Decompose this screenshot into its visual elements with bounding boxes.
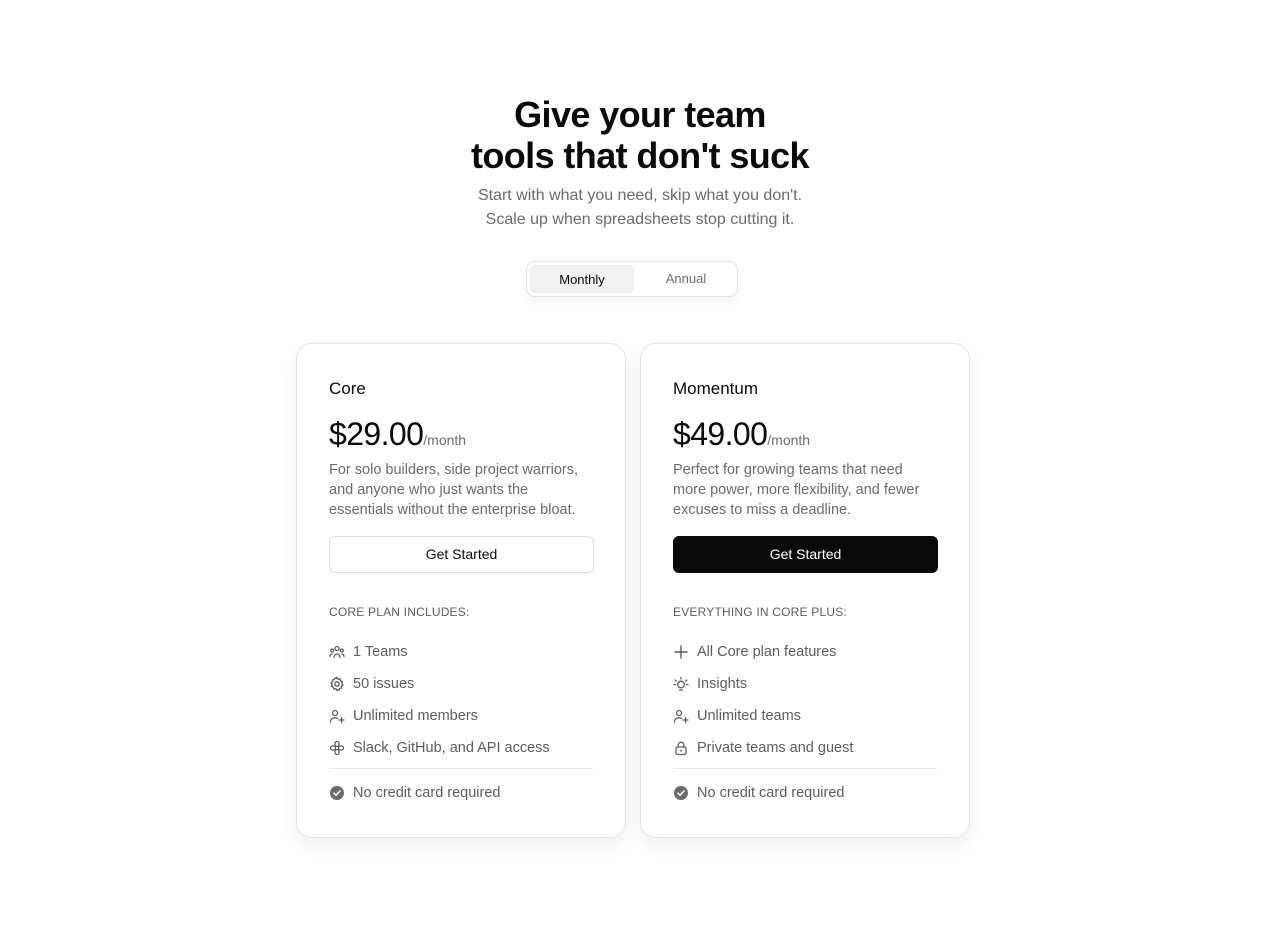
plus-icon (673, 644, 689, 660)
feature-label: Slack, GitHub, and API access (353, 740, 550, 756)
user-plus-icon (673, 708, 689, 724)
plan-description: Perfect for growing teams that need more… (673, 462, 920, 518)
feature-label: Unlimited members (353, 708, 478, 724)
plan-card-momentum: Momentum $49.00 /month Perfect for growi… (640, 343, 970, 838)
plan-price: $29.00 (329, 416, 424, 452)
toggle-option-annual[interactable]: Annual (634, 265, 738, 293)
plan-price: $49.00 (673, 416, 768, 452)
page-subtitle-line-1: Start with what you need, skip what you … (477, 187, 803, 204)
plan-name: Momentum (673, 379, 759, 398)
list-item: 1 Teams (329, 636, 595, 668)
feature-list: All Core plan features Insights Unlimite… (673, 636, 939, 764)
note-label: No credit card required (353, 785, 501, 801)
toggle-option-monthly[interactable]: Monthly (530, 265, 634, 293)
user-plus-icon (329, 708, 345, 724)
list-item: Unlimited members (329, 700, 595, 732)
page-title-line-2: tools that don't suck (471, 135, 810, 176)
list-item: All Core plan features (673, 636, 939, 668)
page-subtitle: Start with what you need, skip what you … (0, 184, 1280, 232)
includes-heading: CORE PLAN INCLUDES: (329, 605, 470, 619)
page-title-line-1: Give your team (514, 94, 766, 135)
page-subtitle-line-2: Scale up when spreadsheets stop cutting … (485, 211, 795, 228)
check-circle-icon (329, 785, 345, 801)
integrations-icon (329, 740, 345, 756)
lock-icon (673, 740, 689, 756)
list-item: Unlimited teams (673, 700, 939, 732)
feature-list: 1 Teams 50 issues Unlimited members Slac… (329, 636, 595, 764)
billing-period-toggle: Monthly Annual (526, 261, 738, 297)
feature-label: 50 issues (353, 676, 415, 692)
check-circle-icon (673, 785, 689, 801)
no-credit-card-note: No credit card required (673, 785, 845, 801)
feature-label: 1 Teams (353, 644, 408, 660)
price-row: $29.00 /month (329, 416, 466, 453)
teams-icon (329, 644, 345, 660)
feature-label: All Core plan features (697, 644, 837, 660)
feature-label: Insights (697, 676, 747, 692)
list-item: Insights (673, 668, 939, 700)
hero-section: Give your team tools that don't suck Sta… (0, 94, 1280, 232)
list-item: Private teams and guest (673, 732, 939, 764)
note-label: No credit card required (697, 785, 845, 801)
get-started-button[interactable]: Get Started (329, 536, 594, 573)
feature-label: Private teams and guest (697, 740, 854, 756)
get-started-button[interactable]: Get Started (673, 536, 938, 573)
list-item: 50 issues (329, 668, 595, 700)
includes-heading: EVERYTHING IN CORE PLUS: (673, 605, 847, 619)
pricing-page: Give your team tools that don't suck Sta… (0, 0, 1280, 933)
page-title: Give your team tools that don't suck (0, 94, 1280, 176)
plan-name: Core (329, 379, 366, 398)
divider (673, 768, 937, 769)
divider (329, 768, 593, 769)
plan-period: /month (767, 432, 811, 448)
gear-icon (329, 676, 345, 692)
plan-card-core: Core $29.00 /month For solo builders, si… (296, 343, 626, 838)
price-row: $49.00 /month (673, 416, 810, 453)
no-credit-card-note: No credit card required (329, 785, 501, 801)
list-item: Slack, GitHub, and API access (329, 732, 595, 764)
plan-description: For solo builders, side project warriors… (329, 462, 579, 518)
lightbulb-icon (673, 676, 689, 692)
feature-label: Unlimited teams (697, 708, 801, 724)
plan-period: /month (423, 432, 467, 448)
